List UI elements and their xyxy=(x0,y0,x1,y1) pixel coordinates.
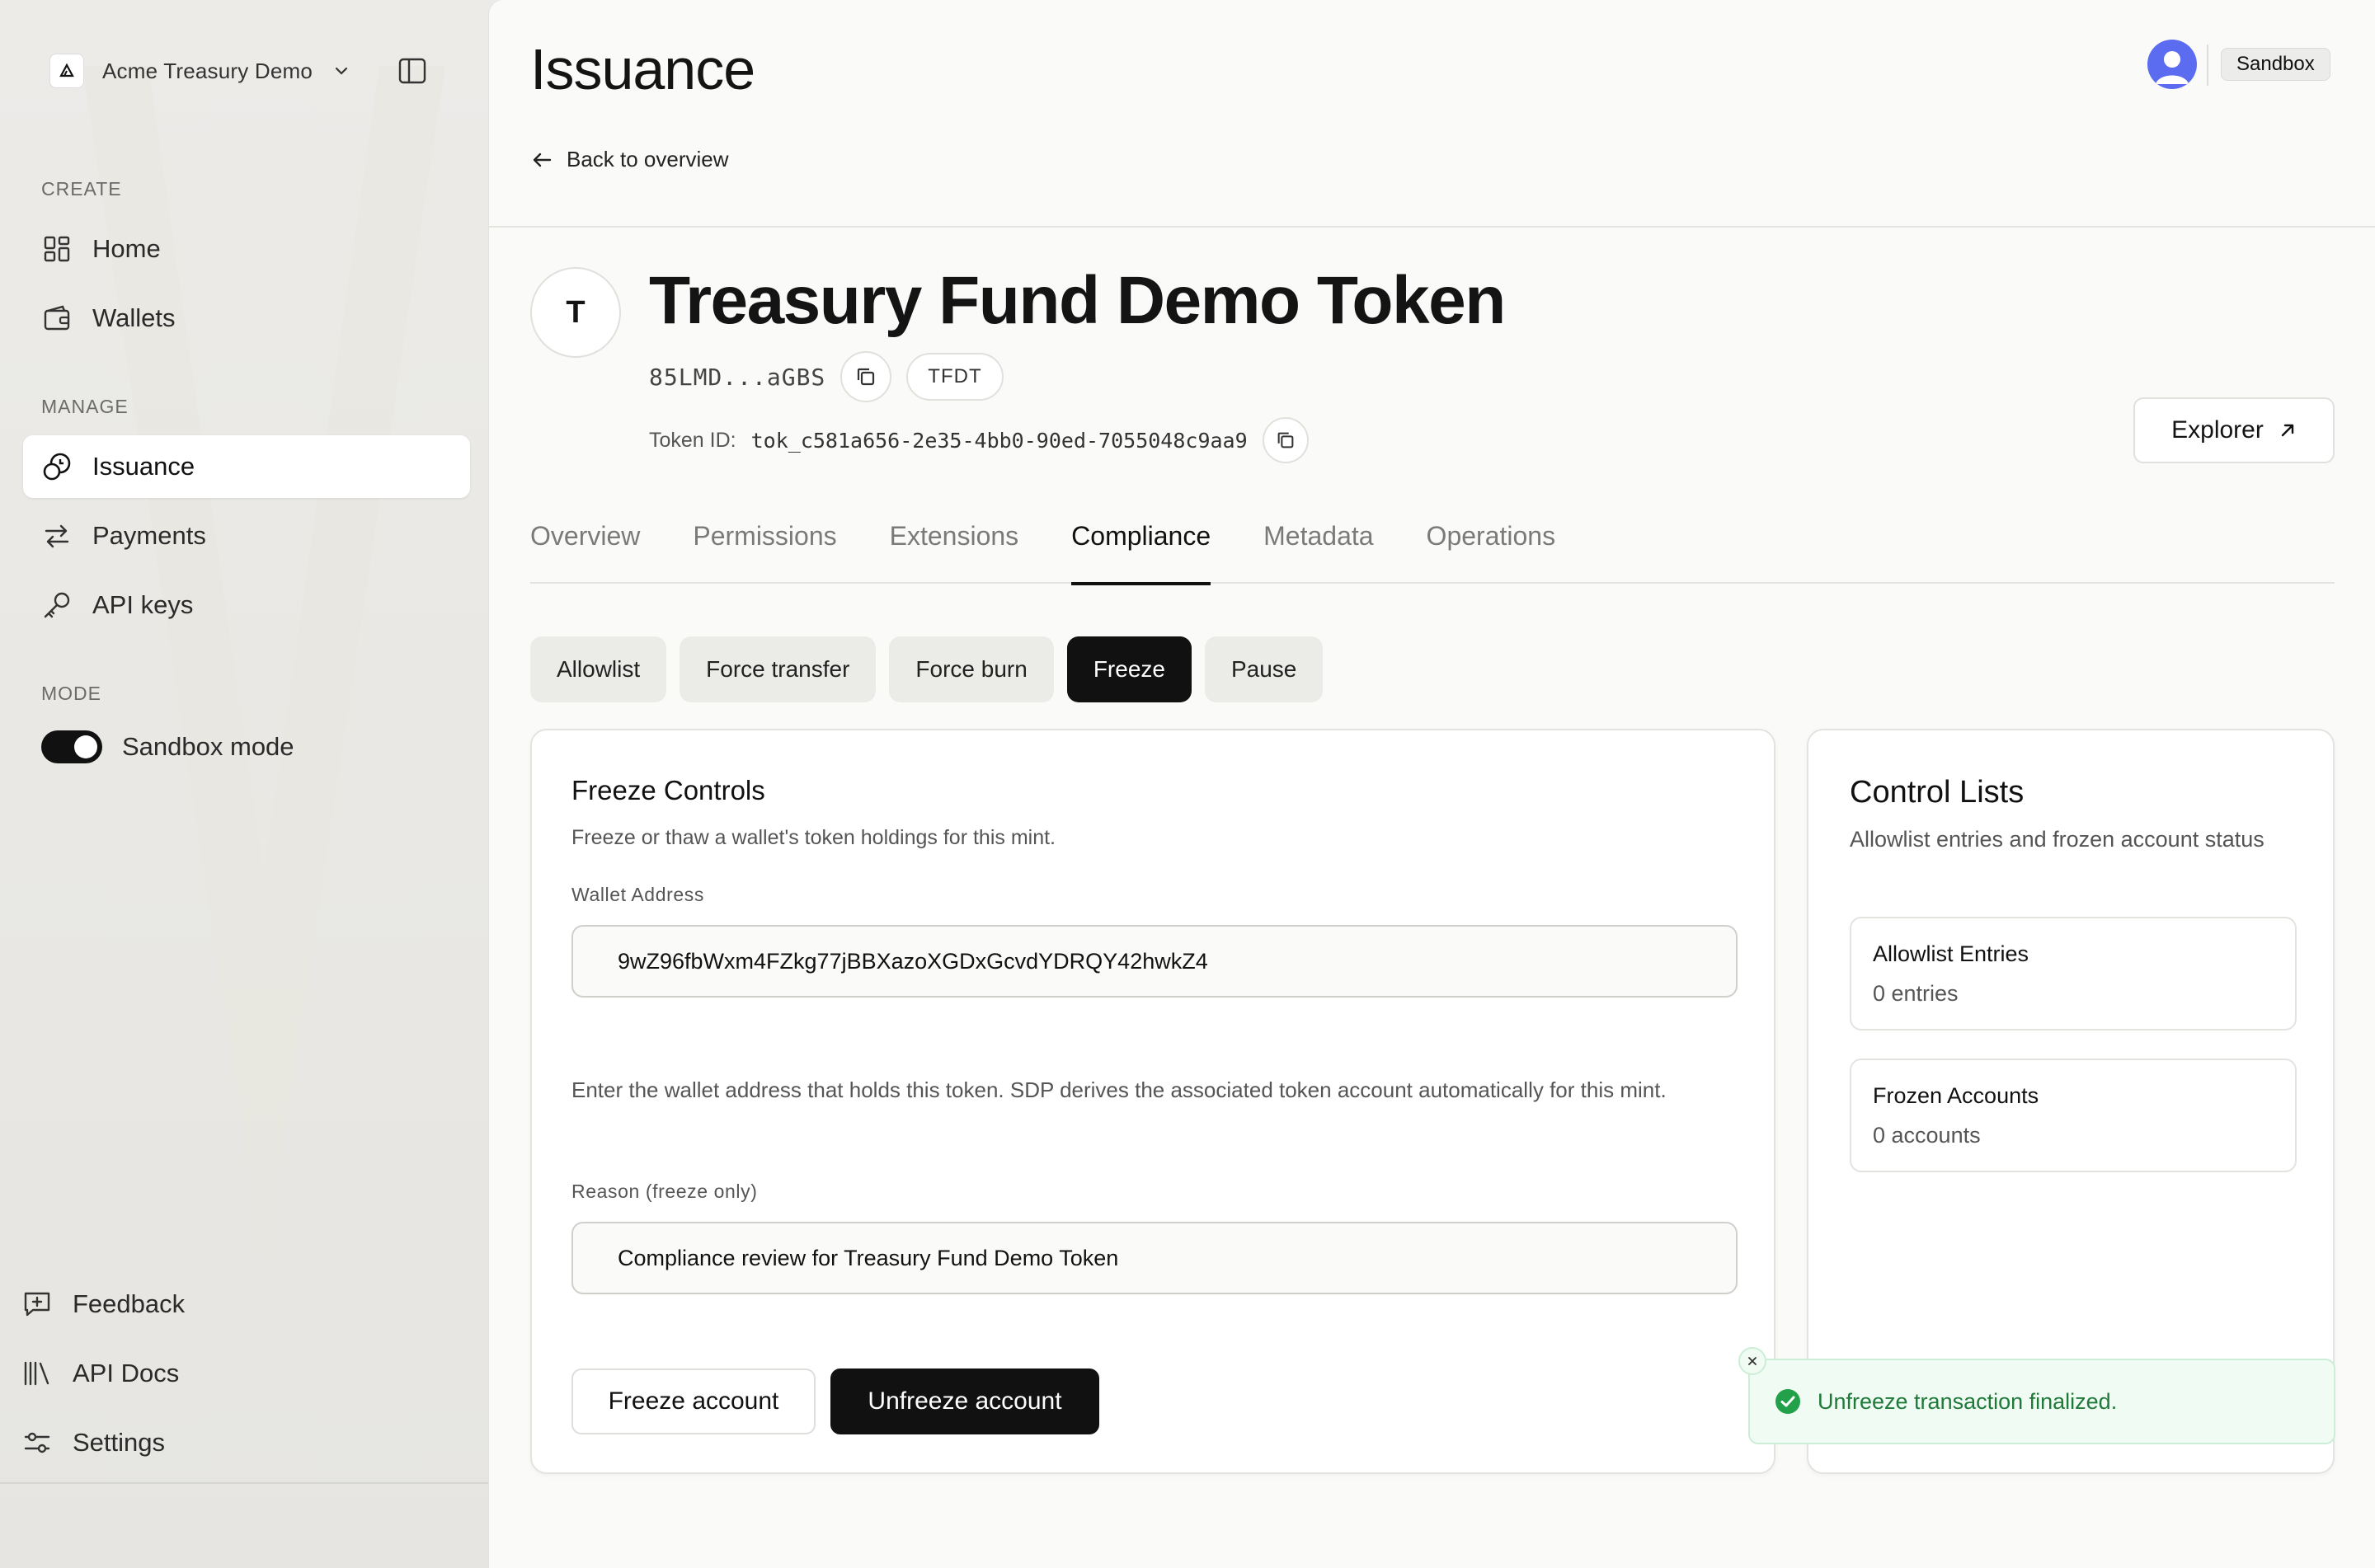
copy-icon xyxy=(1277,432,1294,448)
environment-badge: Sandbox xyxy=(2221,48,2330,81)
close-icon xyxy=(1748,1357,1757,1365)
subtab-allowlist[interactable]: Allowlist xyxy=(530,636,667,702)
sidebar-divider xyxy=(0,1482,488,1484)
freeze-controls-card: Freeze Controls Freeze or thaw a wallet'… xyxy=(530,729,1775,1474)
frozen-accounts-count: 0 accounts xyxy=(1873,1123,1981,1148)
token-id-label: Token ID: xyxy=(649,428,736,452)
key-icon xyxy=(41,589,73,621)
user-icon xyxy=(2156,51,2189,84)
section-label-manage: MANAGE xyxy=(41,396,129,417)
section-label-create: CREATE xyxy=(41,178,122,200)
tab-metadata[interactable]: Metadata xyxy=(1263,505,1373,584)
sidebar-item-label: Payments xyxy=(92,521,206,550)
token-symbol-badge: TFDT xyxy=(906,353,1004,401)
sidebar-item-api-docs[interactable]: API Docs xyxy=(21,1349,179,1398)
sliders-icon xyxy=(21,1427,53,1458)
user-avatar[interactable] xyxy=(2147,40,2197,89)
header-separator xyxy=(2207,45,2208,86)
sandbox-mode-toggle[interactable] xyxy=(41,730,102,763)
main-content: Issuance Back to overview Sandbox T Trea… xyxy=(488,0,2375,1568)
reason-input[interactable]: Compliance review for Treasury Fund Demo… xyxy=(571,1222,1738,1294)
sidebar-item-label: Wallets xyxy=(92,303,176,332)
token-avatar: T xyxy=(530,267,621,358)
token-meta-row: 85LMD...aGBS TFDT xyxy=(649,351,1004,402)
frozen-accounts-box: Frozen Accounts 0 accounts xyxy=(1850,1059,2297,1172)
coins-icon xyxy=(41,451,73,482)
explorer-label: Explorer xyxy=(2171,416,2264,444)
tab-compliance[interactable]: Compliance xyxy=(1071,505,1211,585)
sidebar-item-wallets[interactable]: Wallets xyxy=(23,287,470,350)
arrows-exchange-icon xyxy=(41,520,73,552)
freeze-controls-title: Freeze Controls xyxy=(571,775,765,805)
sidebar-item-home[interactable]: Home xyxy=(23,218,470,280)
tab-overview[interactable]: Overview xyxy=(530,505,640,584)
token-id-row: Token ID: tok_c581a656-2e35-4bb0-90ed-70… xyxy=(649,417,1309,463)
success-toast: Unfreeze transaction finalized. xyxy=(1738,1347,2335,1444)
subtab-force-burn[interactable]: Force burn xyxy=(889,636,1054,702)
chevron-down-icon xyxy=(335,67,348,75)
allowlist-entries-title: Allowlist Entries xyxy=(1873,941,2029,966)
token-tabs: Overview Permissions Extensions Complian… xyxy=(530,505,2335,585)
toast-message: Unfreeze transaction finalized. xyxy=(1818,1388,2118,1414)
freeze-controls-description: Freeze or thaw a wallet's token holdings… xyxy=(571,826,1056,849)
subtab-force-transfer[interactable]: Force transfer xyxy=(680,636,877,702)
subtab-freeze[interactable]: Freeze xyxy=(1066,636,1192,702)
token-short-address: 85LMD...aGBS xyxy=(649,363,826,391)
library-icon xyxy=(21,1358,53,1389)
message-plus-icon xyxy=(21,1289,53,1320)
freeze-account-button[interactable]: Freeze account xyxy=(571,1368,816,1434)
sidebar-item-label: Settings xyxy=(73,1428,166,1457)
wallet-icon xyxy=(41,303,73,334)
org-name: Acme Treasury Demo xyxy=(102,58,313,83)
sidebar-item-label: Feedback xyxy=(73,1289,186,1318)
sidebar-item-label: Home xyxy=(92,234,161,263)
sidebar-item-issuance[interactable]: Issuance xyxy=(23,435,470,498)
control-lists-title: Control Lists xyxy=(1850,775,2025,810)
reason-label: Reason (freeze only) xyxy=(571,1181,758,1202)
section-label-mode: MODE xyxy=(41,683,101,704)
sidebar-item-label: API keys xyxy=(92,590,194,619)
arrow-left-icon xyxy=(533,153,552,167)
copy-token-id-button[interactable] xyxy=(1262,417,1309,463)
check-circle-icon xyxy=(1775,1389,1800,1414)
token-id-value: tok_c581a656-2e35-4bb0-90ed-7055048c9aa9 xyxy=(750,428,1248,453)
wallet-address-input[interactable]: 9wZ96fbWxm4FZkg77jBBXazoXGDxGcvdYDRQY42h… xyxy=(571,925,1738,998)
sidebar-item-label: Issuance xyxy=(92,452,195,481)
allowlist-entries-box: Allowlist Entries 0 entries xyxy=(1850,917,2297,1030)
page-title: Issuance xyxy=(530,37,755,101)
subtab-pause[interactable]: Pause xyxy=(1204,636,1324,702)
wallet-address-help-text: Enter the wallet address that holds this… xyxy=(571,1077,1667,1102)
allowlist-entries-count: 0 entries xyxy=(1873,981,1959,1006)
sidebar-item-feedback[interactable]: Feedback xyxy=(21,1279,185,1329)
explorer-button[interactable]: Explorer xyxy=(2133,397,2335,463)
tab-operations[interactable]: Operations xyxy=(1427,505,1556,584)
sandbox-mode-label: Sandbox mode xyxy=(122,732,294,761)
control-lists-description: Allowlist entries and frozen account sta… xyxy=(1850,827,2264,852)
sandbox-mode-row: Sandbox mode xyxy=(41,730,294,763)
unfreeze-account-button[interactable]: Unfreeze account xyxy=(830,1368,1099,1434)
toast-close-button[interactable] xyxy=(1738,1347,1766,1375)
token-name: Treasury Fund Demo Token xyxy=(649,263,1506,338)
back-to-overview-link[interactable]: Back to overview xyxy=(530,147,729,172)
org-switcher[interactable]: Acme Treasury Demo xyxy=(49,49,350,92)
org-logo-icon xyxy=(49,54,84,88)
wallet-address-label: Wallet Address xyxy=(571,884,704,905)
arrow-up-right-icon xyxy=(2281,424,2294,437)
copy-address-button[interactable] xyxy=(840,351,892,402)
sidebar-item-label: API Docs xyxy=(73,1359,180,1387)
frozen-accounts-title: Frozen Accounts xyxy=(1873,1083,2039,1108)
tab-extensions[interactable]: Extensions xyxy=(890,505,1019,584)
sidebar: Acme Treasury Demo CREATE Home Wallets M… xyxy=(0,0,488,1568)
compliance-subtabs: Allowlist Force transfer Force burn Free… xyxy=(530,636,1324,702)
sidebar-item-api-keys[interactable]: API keys xyxy=(23,574,470,636)
tab-permissions[interactable]: Permissions xyxy=(693,505,836,584)
sidebar-panel-icon xyxy=(398,58,426,84)
page-header: Issuance Back to overview Sandbox xyxy=(489,0,2375,228)
sidebar-toggle-button[interactable] xyxy=(396,54,429,87)
copy-icon xyxy=(858,368,875,386)
sidebar-item-payments[interactable]: Payments xyxy=(23,505,470,567)
sidebar-item-settings[interactable]: Settings xyxy=(21,1418,165,1467)
back-link-label: Back to overview xyxy=(567,147,729,171)
grid-icon xyxy=(41,233,73,265)
